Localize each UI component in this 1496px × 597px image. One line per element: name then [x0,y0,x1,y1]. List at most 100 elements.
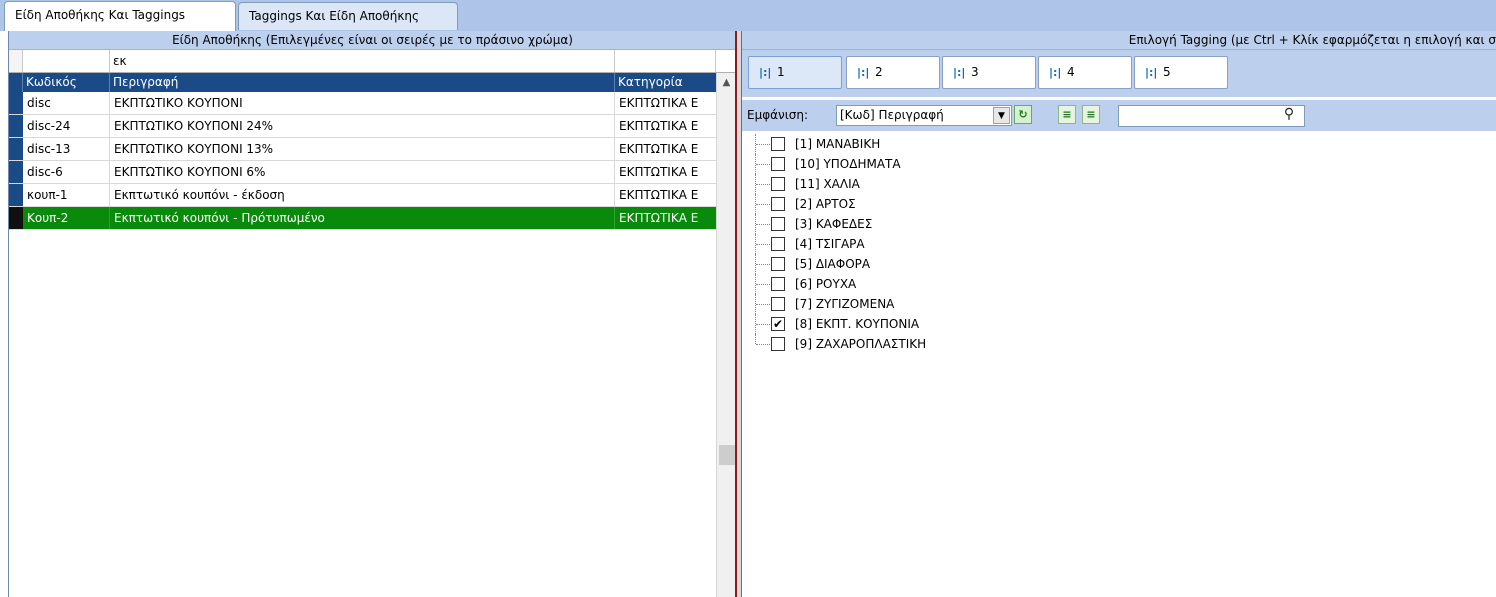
cell-code: disc-24 [23,115,110,137]
tree-node-label: [6] ΡΟΥΧΑ [795,277,857,291]
scrollbar-thumb[interactable] [719,445,735,465]
tagging-panel-title-text: Επιλογή Tagging (με Ctrl + Κλίκ εφαρμόζε… [1128,33,1496,47]
display-select-value: [Κωδ] Περιγραφή [840,108,944,122]
display-toolbar: Εμφάνιση: [Κωδ] Περιγραφή ▼ ↻ ≡ ≡ ⚲ [742,100,1496,131]
cell-description: ΕΚΠΤΩΤΙΚΟ ΚΟΥΠΟΝΙ 13% [110,138,615,160]
column-header-category[interactable]: Κατηγορία [615,73,716,92]
tree-node-label: [1] ΜΑΝΑΒΙΚΗ [795,137,881,151]
tagging-panel-title: Επιλογή Tagging (με Ctrl + Κλίκ εφαρμόζε… [742,31,1496,50]
filter-category-input[interactable] [615,50,716,72]
tree-node-checkbox[interactable] [771,297,785,311]
tree-node-label: [11] ΧΑΛΙΑ [795,177,860,191]
items-panel: Είδη Αποθήκης (Επιλεγμένες είναι οι σειρ… [8,31,736,597]
level-tree-icon: |:| [1145,66,1158,79]
grid-rows: disc ΕΚΠΤΩΤΙΚΟ ΚΟΥΠΟΝΙ ΕΚΠΤΩΤΙΚΑ Ε disc-… [9,92,716,230]
header-indicator [9,73,23,92]
tree-node-label: [3] ΚΑΦΕΔΕΣ [795,217,873,231]
tree-node-label: [5] ΔΙΑΦΟΡΑ [795,257,871,271]
tree-node-checkbox[interactable] [771,237,785,251]
level-2-button[interactable]: |:| 2 [846,56,940,89]
tree-node-checkbox-checked[interactable]: ✔ [771,317,785,331]
cell-description: Εκπτωτικό κουπόνι - έκδοση [110,184,615,206]
cell-category: ΕΚΠΤΩΤΙΚΑ Ε [619,211,699,225]
cell-category: ΕΚΠΤΩΤΙΚΑ Ε [619,142,699,156]
filter-description-input[interactable]: εκ [110,50,615,72]
tree-node-checkbox[interactable] [771,337,785,351]
tree-node-label: [8] ΕΚΠΤ. ΚΟΥΠΟΝΙΑ [795,317,920,331]
tagging-search-input[interactable] [1118,105,1305,127]
cell-description: ΕΚΠΤΩΤΙΚΟ ΚΟΥΠΟΝΙ 6% [110,161,615,183]
collapse-all-icon[interactable]: ≡ [1082,105,1100,124]
display-label: Εμφάνιση: [747,108,809,122]
row-indicator [9,92,23,114]
level-tree-icon: |:| [1049,66,1062,79]
tree-node[interactable]: [7] ΖΥΓΙΖΟΜΕΝΑ [750,294,1490,314]
table-row[interactable]: disc-24 ΕΚΠΤΩΤΙΚΟ ΚΟΥΠΟΝΙ 24% ΕΚΠΤΩΤΙΚΑ … [9,115,716,138]
level-button-bar: |:| 1 |:| 2 |:| 3 |:| 4 |:| 5 [742,50,1496,97]
level-3-button[interactable]: |:| 3 [942,56,1036,89]
tree-node-label: [4] ΤΣΙΓΑΡΑ [795,237,865,251]
table-row[interactable]: disc ΕΚΠΤΩΤΙΚΟ ΚΟΥΠΟΝΙ ΕΚΠΤΩΤΙΚΑ Ε [9,92,716,115]
tree-node[interactable]: [11] ΧΑΛΙΑ [750,174,1490,194]
tree-node[interactable]: [4] ΤΣΙΓΑΡΑ [750,234,1490,254]
level-tree-icon: |:| [953,66,966,79]
tab-items-and-taggings[interactable]: Είδη Αποθήκης Και Taggings [4,1,236,31]
dropdown-arrow-icon[interactable]: ▼ [993,107,1010,124]
level-4-button[interactable]: |:| 4 [1038,56,1132,89]
scroll-up-arrow-icon[interactable]: ▲ [717,73,736,92]
level-2-label: 2 [875,65,883,79]
row-indicator [9,184,23,206]
tree-node[interactable]: [1] ΜΑΝΑΒΙΚΗ [750,134,1490,154]
tree-node-checkbox[interactable] [771,277,785,291]
tree-node-label: [7] ΖΥΓΙΖΟΜΕΝΑ [795,297,895,311]
level-1-button[interactable]: |:| 1 [748,56,842,89]
row-indicator [9,161,23,183]
display-select[interactable]: [Κωδ] Περιγραφή ▼ [836,105,1012,126]
tree-node[interactable]: [9] ΖΑΧΑΡΟΠΛΑΣΤΙΚΗ [750,334,1490,354]
panel-splitter[interactable] [735,31,742,597]
tab-taggings-and-items[interactable]: Taggings Και Είδη Αποθήκης [238,2,458,30]
cell-code: κουπ-1 [23,184,110,206]
filter-code-input[interactable] [23,50,110,72]
filter-row: εκ [9,50,736,73]
tree-node-checkbox[interactable] [771,157,785,171]
tree-node[interactable]: ✔ [8] ΕΚΠΤ. ΚΟΥΠΟΝΙΑ [750,314,1490,334]
cell-code: disc-6 [23,161,110,183]
level-5-button[interactable]: |:| 5 [1134,56,1228,89]
tree-node-checkbox[interactable] [771,257,785,271]
items-grid-title: Είδη Αποθήκης (Επιλεγμένες είναι οι σειρ… [9,31,736,50]
tree-node[interactable]: [5] ΔΙΑΦΟΡΑ [750,254,1490,274]
row-indicator [9,138,23,160]
tree-node[interactable]: [3] ΚΑΦΕΔΕΣ [750,214,1490,234]
refresh-icon[interactable]: ↻ [1014,105,1032,124]
cell-description: ΕΚΠΤΩΤΙΚΟ ΚΟΥΠΟΝΙ 24% [110,115,615,137]
cell-category: ΕΚΠΤΩΤΙΚΑ Ε [619,188,699,202]
table-row[interactable]: disc-13 ΕΚΠΤΩΤΙΚΟ ΚΟΥΠΟΝΙ 13% ΕΚΠΤΩΤΙΚΑ … [9,138,716,161]
tree-node-checkbox[interactable] [771,197,785,211]
tree-node-checkbox[interactable] [771,177,785,191]
tree-node[interactable]: [2] ΑΡΤΟΣ [750,194,1490,214]
level-tree-icon: |:| [759,66,772,79]
table-row[interactable]: κουπ-1 Εκπτωτικό κουπόνι - έκδοση ΕΚΠΤΩΤ… [9,184,716,207]
tree-node-checkbox[interactable] [771,217,785,231]
tree-node[interactable]: [10] ΥΠΟΔΗΜΑΤΑ [750,154,1490,174]
cell-code: disc-13 [23,138,110,160]
level-4-label: 4 [1067,65,1075,79]
cell-category: ΕΚΠΤΩΤΙΚΑ Ε [619,96,699,110]
cell-category: ΕΚΠΤΩΤΙΚΑ Ε [619,119,699,133]
row-indicator [9,207,23,229]
search-icon[interactable]: ⚲ [1280,105,1298,123]
grid-vertical-scrollbar[interactable]: ▲ [716,73,736,597]
tagging-panel: Επιλογή Tagging (με Ctrl + Κλίκ εφαρμόζε… [742,31,1496,597]
cell-category: ΕΚΠΤΩΤΙΚΑ Ε [619,165,699,179]
table-row[interactable]: disc-6 ΕΚΠΤΩΤΙΚΟ ΚΟΥΠΟΝΙ 6% ΕΚΠΤΩΤΙΚΑ Ε [9,161,716,184]
level-5-label: 5 [1163,65,1171,79]
cell-code: Κουπ-2 [23,207,110,229]
expand-all-icon[interactable]: ≡ [1058,105,1076,124]
column-header-code[interactable]: Κωδικός [23,73,110,92]
column-header-description[interactable]: Περιγραφή [110,73,615,92]
table-row-selected[interactable]: Κουπ-2 Εκπτωτικό κουπόνι - Πρότυπωμένο Ε… [9,207,716,230]
tree-node[interactable]: [6] ΡΟΥΧΑ [750,274,1490,294]
tree-node-label: [9] ΖΑΧΑΡΟΠΛΑΣΤΙΚΗ [795,337,927,351]
tree-node-checkbox[interactable] [771,137,785,151]
